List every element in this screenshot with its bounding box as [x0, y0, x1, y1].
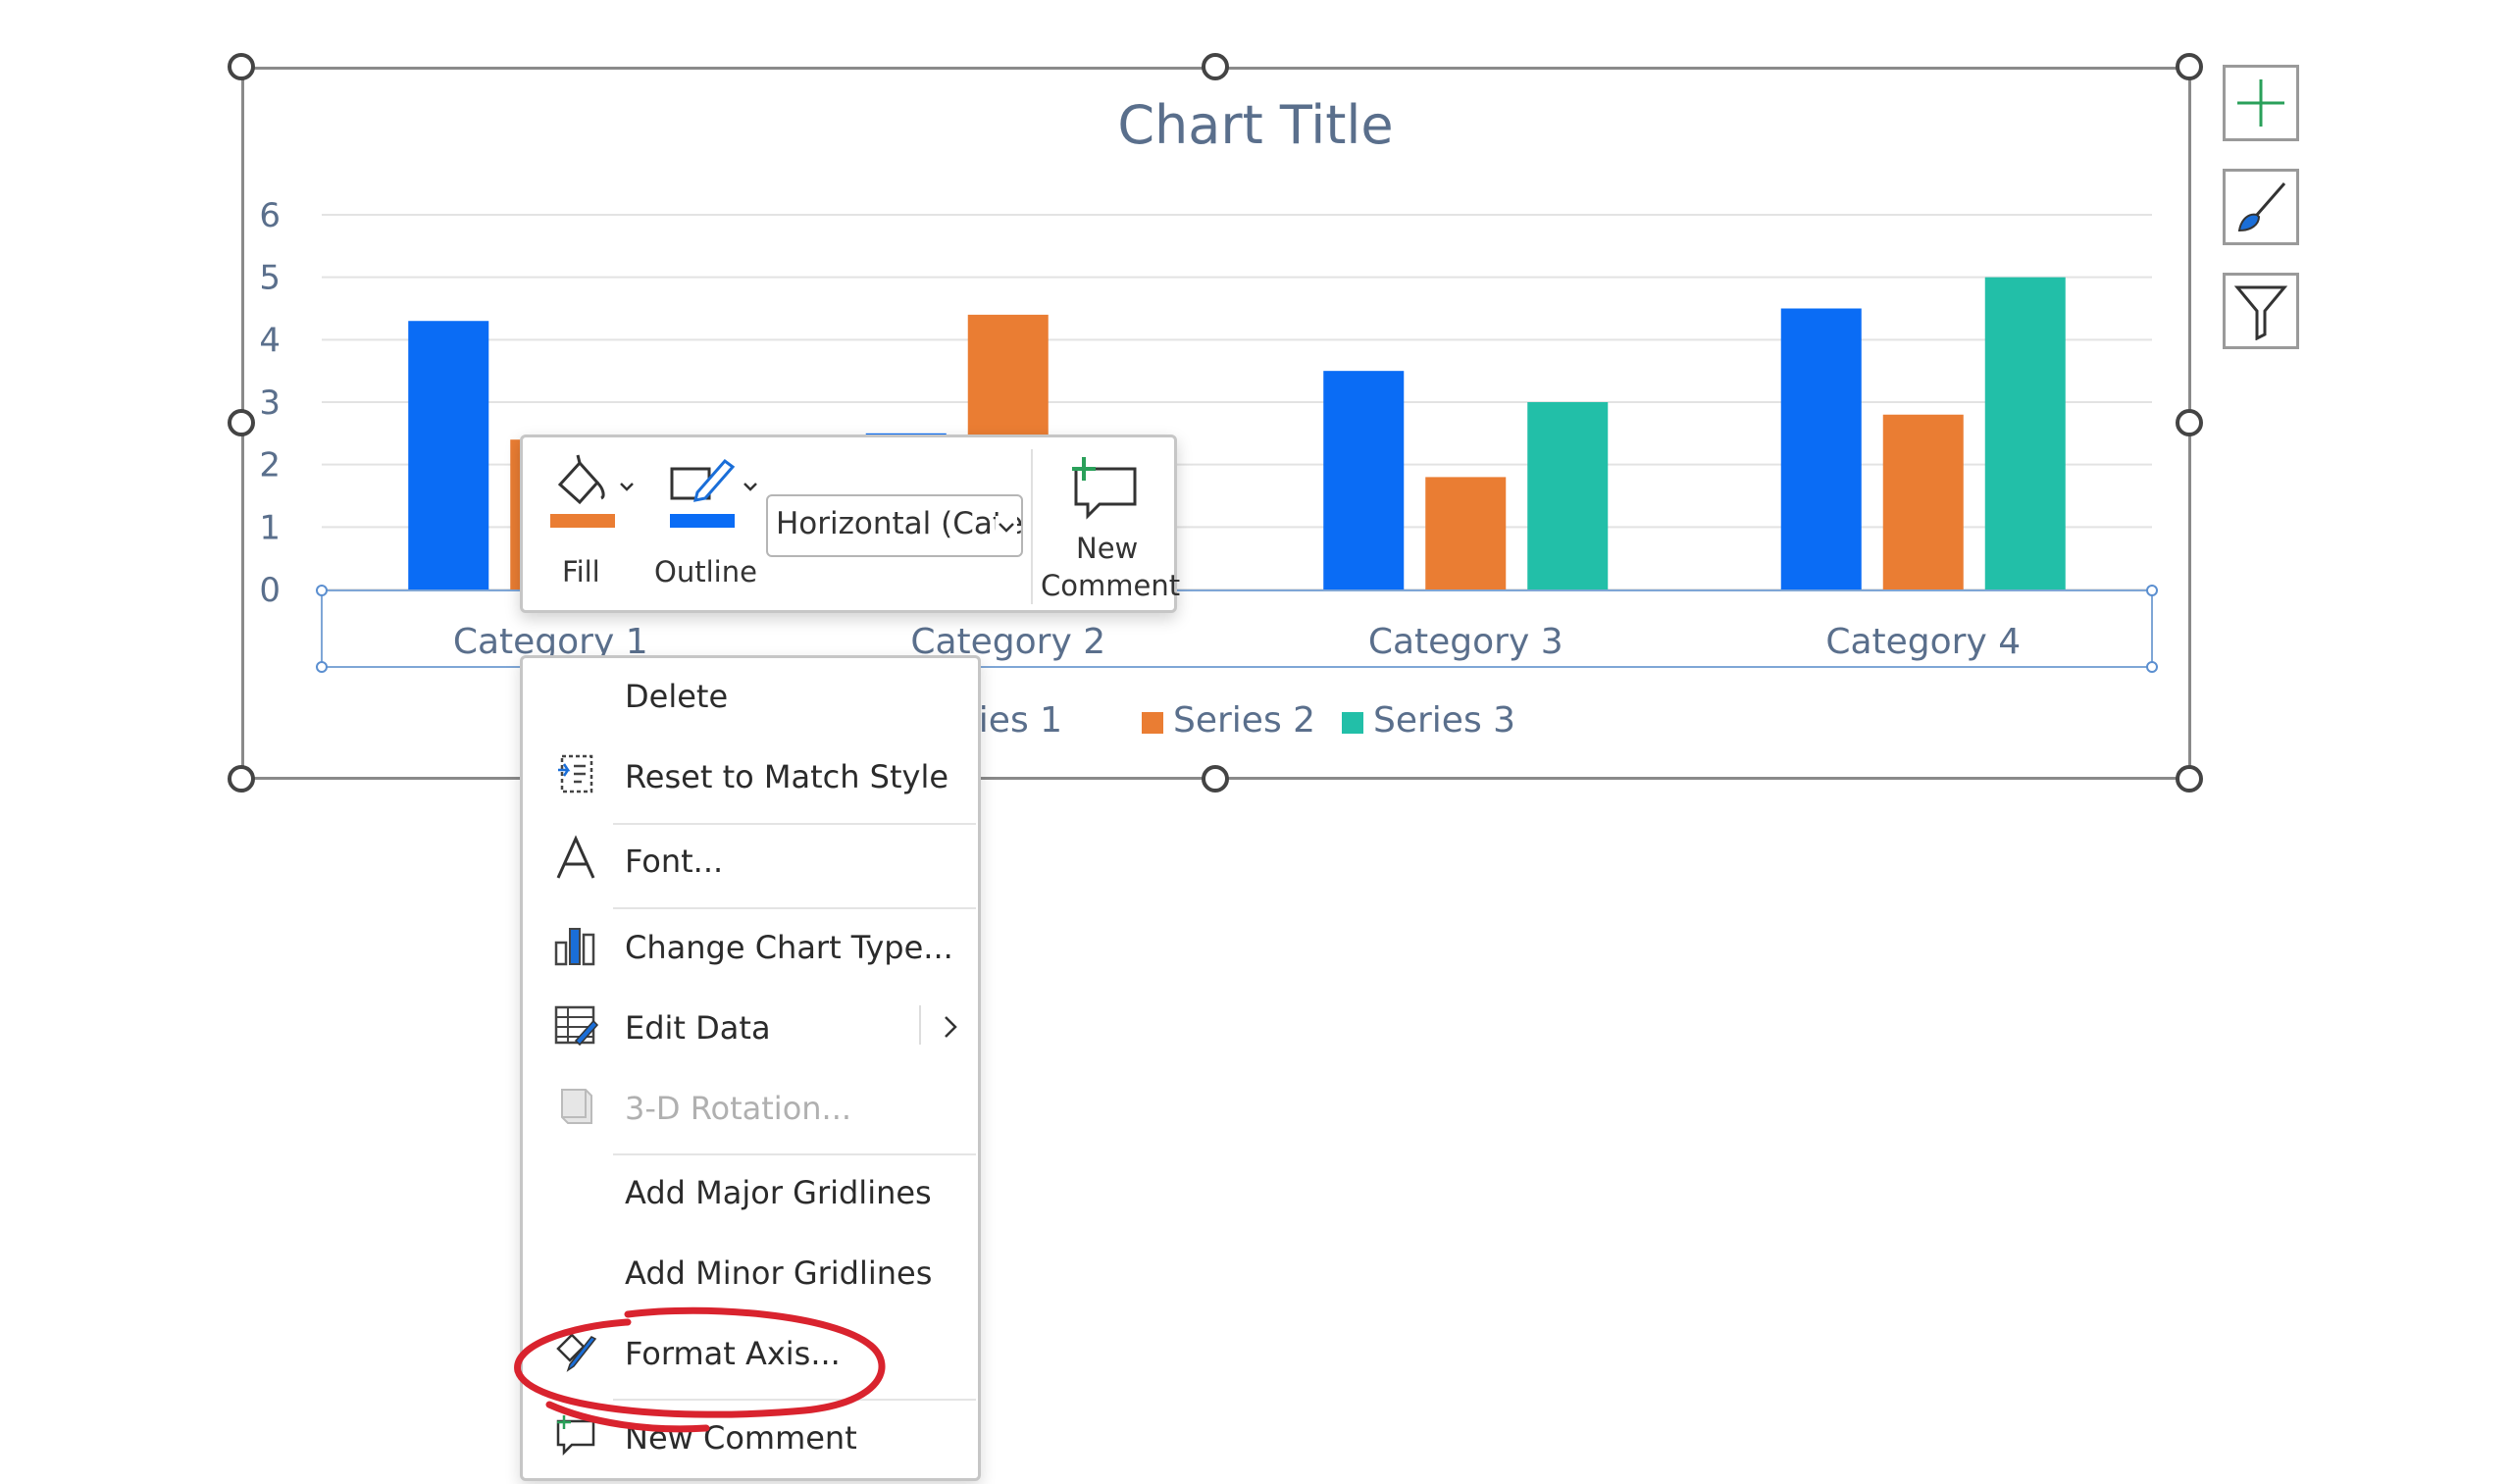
new-comment-label-line1: New — [1076, 532, 1139, 565]
fill-button[interactable]: Fill — [544, 449, 641, 596]
chart-filters-button[interactable] — [2223, 273, 2299, 349]
chevron-down-icon[interactable] — [996, 516, 1017, 537]
brush-icon — [2237, 182, 2286, 232]
plus-icon — [2237, 79, 2284, 127]
mini-toolbar: Fill Outline Horizontal (Cate New Commen… — [520, 435, 1180, 613]
filter-icon — [2233, 285, 2288, 340]
menu-separator — [613, 907, 976, 909]
menu-item-label: Reset to Match Style — [625, 758, 949, 795]
chart-type-icon — [554, 928, 595, 966]
menu-item-font[interactable]: Font... — [523, 825, 978, 894]
new-comment-button[interactable]: New Comment — [1035, 445, 1180, 608]
menu-item-label: Add Minor Gridlines — [625, 1254, 933, 1292]
resize-handle-top[interactable] — [1202, 53, 1229, 80]
outline-pen-icon — [670, 458, 736, 502]
outline-color-bar — [670, 514, 735, 528]
menu-item-new-comment[interactable]: New Comment — [523, 1402, 978, 1470]
menu-item-change-chart-type[interactable]: Change Chart Type... — [523, 911, 978, 980]
menu-item-label: Edit Data — [625, 1009, 771, 1047]
resize-handle-bottom[interactable] — [1202, 765, 1229, 793]
font-icon — [556, 835, 595, 879]
menu-separator — [613, 1153, 976, 1155]
menu-item-label: Format Axis... — [625, 1335, 841, 1372]
format-axis-icon — [556, 1328, 597, 1372]
legend-label: Series 3 — [1373, 700, 1516, 741]
menu-separator — [613, 1399, 976, 1401]
chart-elements-button[interactable] — [2223, 65, 2299, 141]
legend-label: Series 2 — [1173, 700, 1316, 741]
menu-item-label: 3-D Rotation... — [625, 1090, 852, 1127]
toolbar-separator — [1031, 449, 1033, 604]
context-menu: Delete Reset to Match Style Font... Chan… — [520, 655, 981, 1481]
resize-handle-top-right[interactable] — [2176, 53, 2203, 80]
resize-handle-right[interactable] — [2176, 409, 2203, 436]
fill-color-bar — [550, 514, 615, 528]
menu-item-format-axis[interactable]: Format Axis... — [523, 1317, 978, 1386]
new-comment-label-line2: Comment — [1041, 569, 1181, 602]
fill-label: Fill — [562, 555, 600, 588]
menu-item-edit-data[interactable]: Edit Data — [523, 992, 978, 1060]
chart-styles-button[interactable] — [2223, 169, 2299, 245]
chevron-right-icon[interactable] — [939, 1013, 962, 1041]
menu-item-add-minor-gridlines[interactable]: Add Minor Gridlines — [523, 1237, 978, 1305]
menu-item-3d-rotation[interactable]: 3-D Rotation... — [523, 1072, 978, 1141]
resize-handle-top-left[interactable] — [228, 53, 255, 80]
menu-item-label: New Comment — [625, 1419, 857, 1457]
rotation-icon — [561, 1089, 592, 1124]
resize-handle-bottom-right[interactable] — [2176, 765, 2203, 793]
menu-item-label: Change Chart Type... — [625, 929, 953, 966]
chevron-down-icon[interactable] — [617, 477, 637, 496]
legend-swatch — [1142, 712, 1163, 734]
menu-item-add-major-gridlines[interactable]: Add Major Gridlines — [523, 1156, 978, 1225]
resize-handle-left[interactable] — [228, 409, 255, 436]
menu-item-label: Delete — [625, 678, 729, 715]
outline-button[interactable]: Outline — [654, 449, 762, 596]
comment-icon — [556, 1415, 595, 1457]
menu-item-label: Add Major Gridlines — [625, 1174, 932, 1211]
outline-label: Outline — [654, 555, 757, 588]
resize-handle-bottom-left[interactable] — [228, 765, 255, 793]
reset-style-icon — [558, 754, 593, 793]
chevron-down-icon[interactable] — [741, 477, 760, 496]
submenu-divider — [919, 1005, 921, 1045]
edit-data-icon — [554, 1005, 599, 1047]
legend-swatch — [1342, 712, 1363, 734]
new-comment-icon — [1072, 457, 1137, 520]
menu-item-reset-to-match-style[interactable]: Reset to Match Style — [523, 741, 978, 809]
chart-element-select-value: Horizontal (Cate — [776, 506, 1023, 541]
fill-bucket-icon — [557, 454, 605, 505]
chart-title[interactable]: Chart Title — [0, 94, 2511, 156]
menu-item-delete[interactable]: Delete — [523, 660, 978, 729]
chart-element-select[interactable]: Horizontal (Cate — [766, 494, 1023, 557]
menu-item-label: Font... — [625, 843, 724, 880]
